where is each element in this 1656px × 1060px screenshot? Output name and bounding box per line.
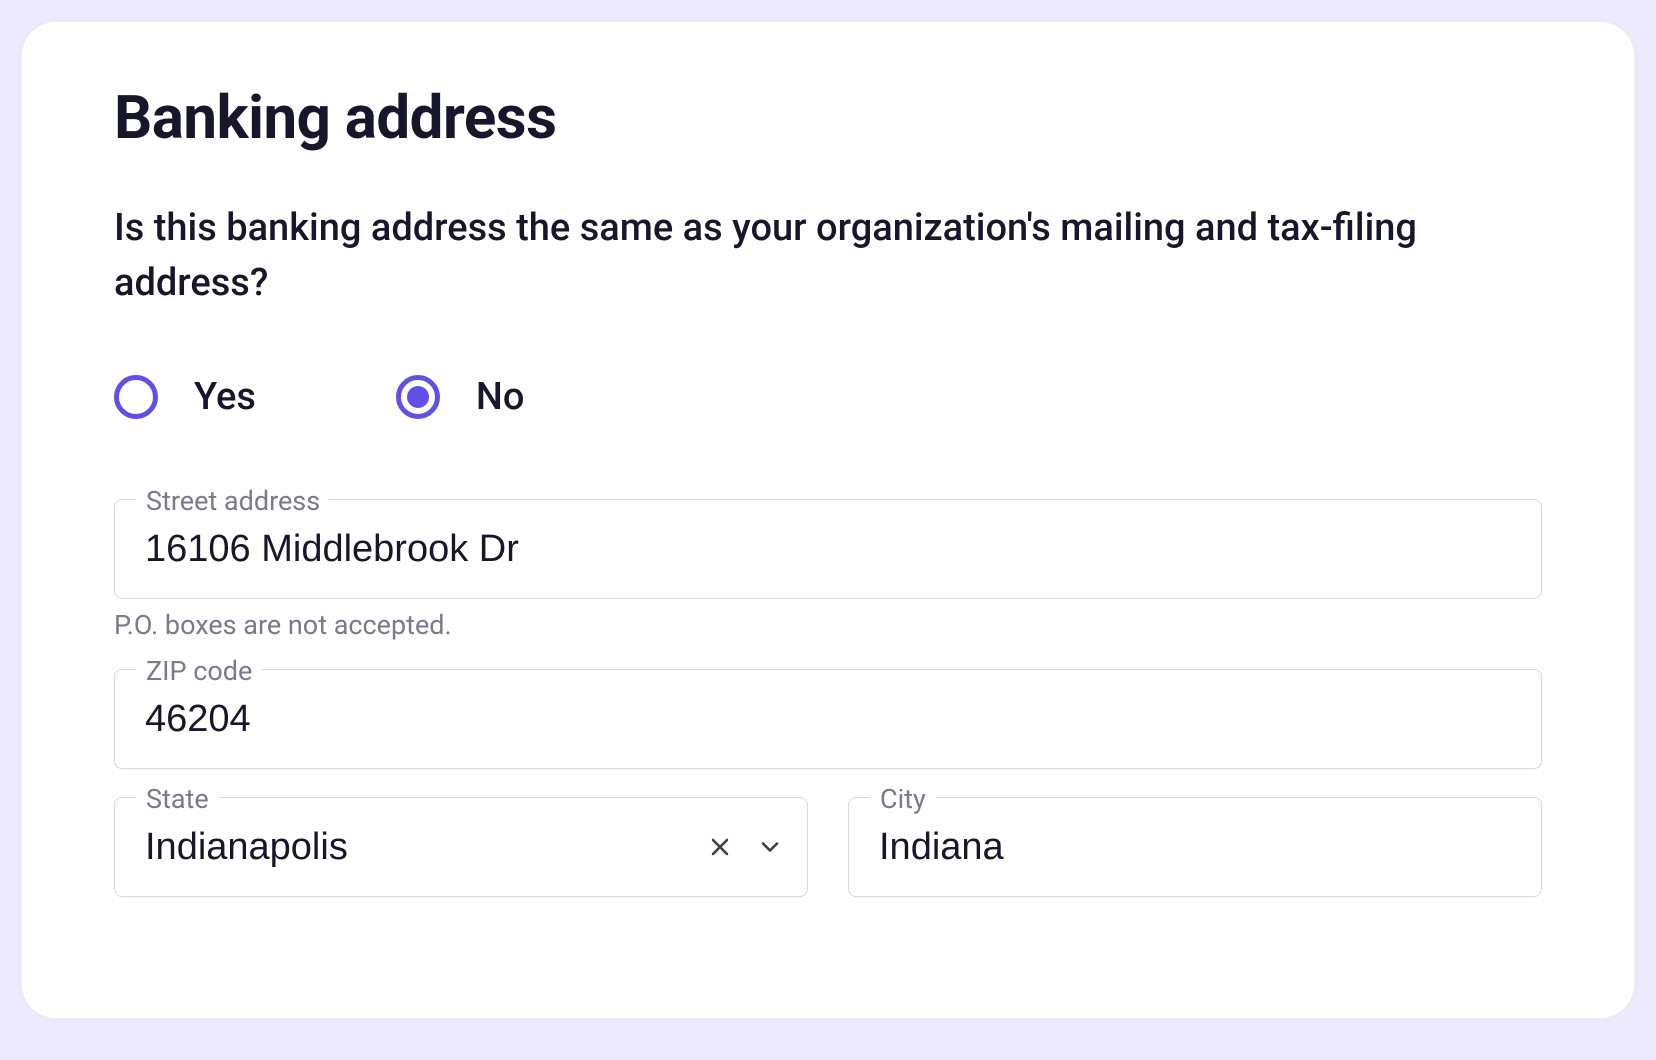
radio-group-same-address: Yes No xyxy=(114,375,1542,419)
section-heading: Banking address xyxy=(114,82,1542,153)
radio-circle-selected-icon xyxy=(396,375,440,419)
zip-code-label: ZIP code xyxy=(136,655,262,687)
zip-code-field: ZIP code xyxy=(114,669,1542,769)
clear-icon[interactable] xyxy=(702,829,738,865)
city-field: City xyxy=(848,797,1542,897)
state-combo-controls xyxy=(702,797,788,897)
zip-code-input[interactable] xyxy=(114,669,1542,769)
same-address-question: Is this banking address the same as your… xyxy=(114,201,1494,311)
chevron-down-icon[interactable] xyxy=(752,829,788,865)
radio-label-yes: Yes xyxy=(194,375,256,419)
state-field: State xyxy=(114,797,808,897)
radio-circle-icon xyxy=(114,375,158,419)
street-address-helper: P.O. boxes are not accepted. xyxy=(114,609,1542,641)
banking-address-card: Banking address Is this banking address … xyxy=(20,20,1636,1020)
street-address-label: Street address xyxy=(136,485,330,517)
radio-option-no[interactable]: No xyxy=(396,375,525,419)
city-input[interactable] xyxy=(848,797,1542,897)
radio-dot-icon xyxy=(407,386,429,408)
radio-option-yes[interactable]: Yes xyxy=(114,375,256,419)
radio-label-no: No xyxy=(476,375,525,419)
state-label: State xyxy=(136,783,219,815)
street-address-field: Street address xyxy=(114,499,1542,599)
city-label: City xyxy=(870,783,936,815)
